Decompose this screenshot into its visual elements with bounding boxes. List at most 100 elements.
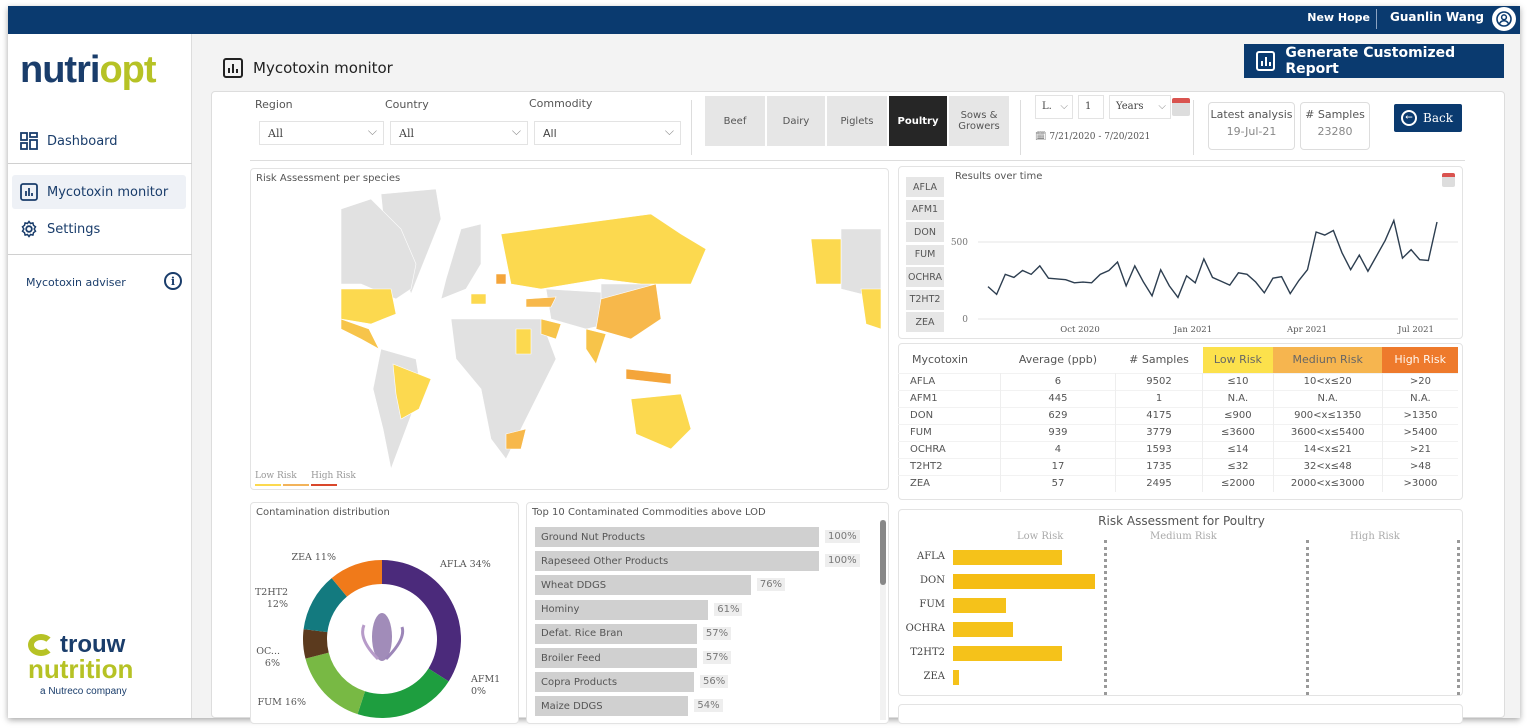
commodity-bar[interactable]: Maize DDGS: [535, 696, 689, 717]
table-cell: >20: [1382, 372, 1458, 390]
commodity-bar[interactable]: Rapeseed Other Products: [535, 551, 819, 572]
risk-bar-fum[interactable]: [953, 598, 1006, 613]
region-select[interactable]: All ⌵: [259, 121, 384, 145]
user-name[interactable]: Guanlin Wang: [1390, 10, 1484, 24]
page-title: Mycotoxin monitor: [223, 58, 393, 78]
risk-row-label: AFLA: [916, 551, 945, 562]
commodity-bar[interactable]: Wheat DDGS: [535, 575, 751, 596]
table-cell: ≤2000: [1202, 474, 1274, 492]
x-tick-label: Jul 2021: [1397, 325, 1434, 335]
back-button[interactable]: ← Back: [1394, 104, 1462, 132]
donut-slice-fum[interactable]: [305, 652, 366, 715]
date-count-value: 1: [1085, 101, 1092, 112]
species-tab-beef[interactable]: Beef: [705, 96, 765, 146]
column-header[interactable]: Mycotoxin: [898, 347, 1001, 373]
table-cell: 4: [1000, 440, 1116, 458]
column-header[interactable]: Medium Risk: [1273, 347, 1383, 373]
commodity-bar[interactable]: Copra Products: [535, 672, 695, 693]
alaska: [810, 238, 842, 285]
info-icon[interactable]: i: [164, 272, 182, 290]
top-commodities-title: Top 10 Contaminated Commodities above LO…: [532, 507, 766, 518]
donut-label: FUM 16%: [258, 697, 306, 708]
risk-bar-don[interactable]: [953, 574, 1095, 589]
table-cell: OCHRA: [898, 440, 1002, 458]
risk-row-label: ZEA: [923, 671, 945, 682]
column-header[interactable]: Average (ppb): [1001, 347, 1116, 373]
turkey: [525, 296, 557, 308]
legend-swatch-medium: [283, 484, 309, 486]
legend-swatch-high: [311, 484, 337, 486]
trouw-nutrition-logo: trouw nutrition a Nutreco company: [28, 633, 133, 697]
sidebar-item-label: Mycotoxin monitor: [47, 184, 169, 200]
dashboard-icon: [20, 132, 38, 150]
organization-name[interactable]: New Hope: [1307, 11, 1370, 24]
table-cell: AFM1: [898, 389, 1002, 407]
commodity-bar[interactable]: Broiler Feed: [535, 648, 697, 668]
back-arrow-icon: ←: [1401, 110, 1417, 126]
commodity-percent-label: 57%: [702, 651, 732, 664]
table-cell: ZEA: [898, 474, 1002, 492]
mycotoxin-adviser-link[interactable]: Mycotoxin adviser: [26, 276, 126, 289]
commodity-bar[interactable]: Defat. Rice Bran: [535, 623, 697, 644]
species-tab-sows-growers[interactable]: Sows & Growers: [949, 96, 1009, 146]
donut-label: AFLA 34%: [439, 559, 491, 570]
world-map[interactable]: [341, 189, 901, 469]
generate-report-button[interactable]: Generate Customized Report: [1244, 44, 1504, 78]
table-row: AFLA 6 9502 ≤10 10<x≤20 >20: [898, 372, 1458, 390]
risk-column-divider: [1457, 540, 1460, 695]
table-cell: >48: [1382, 457, 1458, 475]
table-cell: 1: [1115, 389, 1204, 407]
table-cell: T2HT2: [898, 457, 1002, 475]
column-header[interactable]: Low Risk: [1202, 347, 1274, 373]
species-tab-poultry[interactable]: Poultry: [889, 96, 947, 146]
risk-bar-afla[interactable]: [953, 550, 1063, 565]
risk-bar-t2ht2[interactable]: [953, 646, 1063, 661]
sudan: [515, 328, 532, 355]
column-header[interactable]: High Risk: [1382, 347, 1458, 373]
sidebar-item-dashboard[interactable]: Dashboard: [8, 126, 192, 156]
species-tab-piglets[interactable]: Piglets: [827, 96, 887, 146]
risk-bar-ochra[interactable]: [953, 622, 1013, 637]
calendar-icon[interactable]: [1172, 98, 1190, 116]
sidebar-item-label: Dashboard: [47, 133, 118, 149]
samples-value: 23280: [1317, 125, 1353, 138]
user-avatar-icon[interactable]: [1492, 7, 1516, 31]
table-cell: 6: [1000, 372, 1116, 390]
date-mode-select[interactable]: L. ⌵: [1035, 95, 1073, 119]
table-cell: 1593: [1115, 440, 1204, 458]
bar-chart-icon: [223, 58, 243, 78]
scrollbar-thumb[interactable]: [880, 520, 886, 585]
table-row: OCHRA 4 1593 ≤14 14<x≤21 >21: [898, 440, 1458, 458]
donut-label: T2HT2: [255, 587, 288, 598]
column-header[interactable]: # Samples: [1115, 347, 1203, 373]
y-tick-label: 500: [951, 238, 968, 248]
risk-bar-zea[interactable]: [953, 670, 959, 685]
table-cell: ≤14: [1202, 440, 1274, 458]
table-cell: >1350: [1382, 406, 1458, 424]
risk-assessment-title: Risk Assessment for Poultry: [1098, 514, 1265, 528]
sidebar-divider: [8, 254, 192, 255]
sidebar-item-mycotoxin-monitor[interactable]: Mycotoxin monitor: [12, 175, 186, 209]
commodity-select[interactable]: All ⌵: [534, 121, 681, 145]
table-row: FUM 939 3779 ≤3600 3600<x≤5400 >5400: [898, 423, 1458, 441]
commodity-percent-label: 76%: [756, 578, 786, 592]
table-cell: 2000<x≤3000: [1273, 474, 1383, 492]
sidebar-item-settings[interactable]: Settings: [8, 214, 192, 244]
calendar-clock-icon: 🗓: [1035, 132, 1047, 142]
country-value: All: [399, 127, 414, 140]
date-count-input[interactable]: 1: [1078, 95, 1104, 119]
top-commodities-scrollbar[interactable]: [880, 520, 886, 720]
nutreco-text: a Nutreco company: [40, 686, 127, 697]
nutriopt-logo[interactable]: nutriopt: [20, 47, 158, 95]
donut-slice-afla[interactable]: [382, 560, 461, 682]
commodity-bar[interactable]: Ground Nut Products: [535, 527, 819, 547]
mexico: [341, 318, 380, 350]
donut-slice-don[interactable]: [357, 668, 449, 718]
europe: [440, 223, 482, 300]
risk-row-label: T2HT2: [910, 647, 945, 658]
species-tab-dairy[interactable]: Dairy: [767, 96, 825, 146]
date-unit-select[interactable]: Years ⌵: [1109, 95, 1171, 119]
table-cell: 3600<x≤5400: [1273, 423, 1383, 441]
country-select[interactable]: All ⌵: [390, 121, 528, 145]
commodity-bar[interactable]: Hominy: [535, 599, 709, 620]
